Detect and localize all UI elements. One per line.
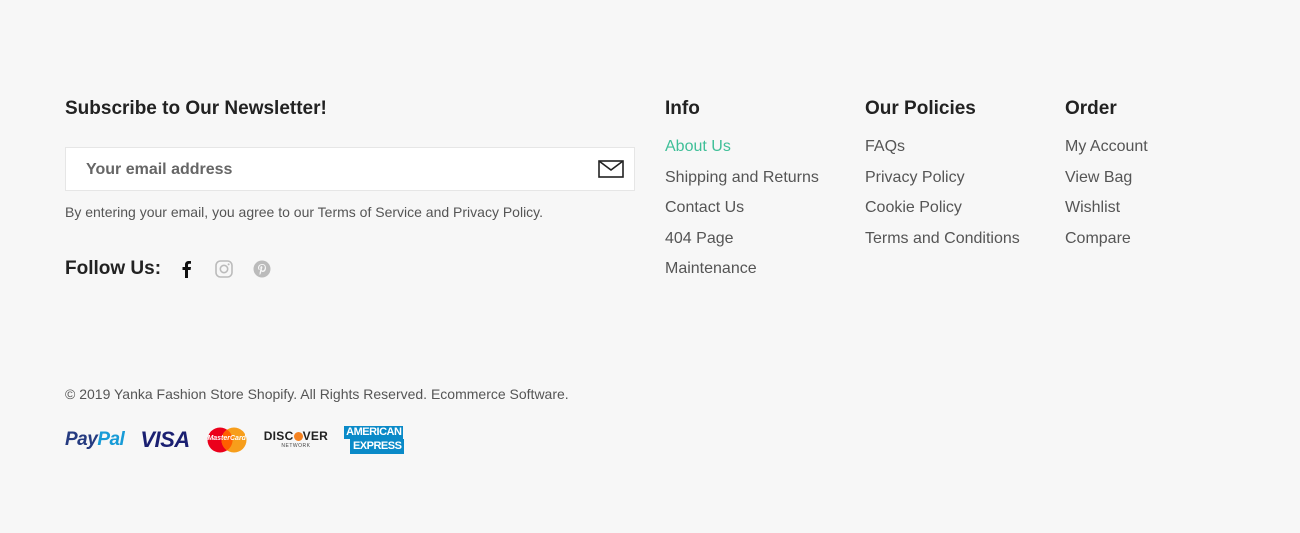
mastercard-label: MasterCard: [207, 434, 246, 442]
mastercard-logo: MasterCard: [206, 427, 248, 453]
follow-us-row: Follow Us:: [65, 258, 291, 280]
paypal-logo: Pay Pal: [65, 428, 125, 450]
link-404-page[interactable]: 404 Page: [665, 224, 819, 255]
follow-us-label: Follow Us:: [65, 258, 162, 279]
send-mail-icon[interactable]: [598, 159, 624, 179]
link-contact-us[interactable]: Contact Us: [665, 193, 819, 224]
info-column: Info About Us Shipping and Returns Conta…: [665, 98, 819, 285]
link-compare[interactable]: Compare: [1065, 224, 1148, 255]
link-my-account[interactable]: My Account: [1065, 132, 1148, 163]
link-wishlist[interactable]: Wishlist: [1065, 193, 1148, 224]
link-view-bag[interactable]: View Bag: [1065, 163, 1148, 194]
instagram-icon[interactable]: [215, 260, 233, 278]
visa-logo: VISA: [140, 426, 190, 452]
discover-logo: DISC VER NETWORK: [263, 429, 329, 449]
copyright-text: © 2019 Yanka Fashion Store Shopify. All …: [65, 386, 569, 402]
link-cookie-policy[interactable]: Cookie Policy: [865, 193, 1020, 224]
order-links: My Account View Bag Wishlist Compare: [1065, 132, 1148, 254]
link-about-us[interactable]: About Us: [665, 132, 819, 163]
facebook-icon[interactable]: [177, 260, 195, 278]
pinterest-icon[interactable]: [253, 260, 271, 278]
info-links: About Us Shipping and Returns Contact Us…: [665, 132, 819, 285]
link-terms-conditions[interactable]: Terms and Conditions: [865, 224, 1020, 255]
column-title-info: Info: [665, 98, 700, 119]
link-faqs[interactable]: FAQs: [865, 132, 1020, 163]
column-title-policies: Our Policies: [865, 98, 976, 119]
link-shipping-returns[interactable]: Shipping and Returns: [665, 163, 819, 194]
order-column: Order My Account View Bag Wishlist Compa…: [1065, 98, 1148, 254]
link-privacy-policy[interactable]: Privacy Policy: [865, 163, 1020, 194]
policies-links: FAQs Privacy Policy Cookie Policy Terms …: [865, 132, 1020, 254]
payment-methods: Pay Pal VISA MasterCard DISC VER NETWORK A…: [65, 426, 405, 454]
amex-logo: AMERICAN EXPRESS: [344, 426, 405, 454]
newsletter-title: Subscribe to Our Newsletter!: [65, 98, 327, 119]
link-maintenance[interactable]: Maintenance: [665, 254, 819, 285]
email-input[interactable]: [84, 148, 568, 192]
email-field-container: [65, 147, 635, 192]
column-title-order: Order: [1065, 98, 1117, 119]
consent-text: By entering your email, you agree to our…: [65, 204, 544, 220]
policies-column: Our Policies FAQs Privacy Policy Cookie …: [865, 98, 1020, 254]
